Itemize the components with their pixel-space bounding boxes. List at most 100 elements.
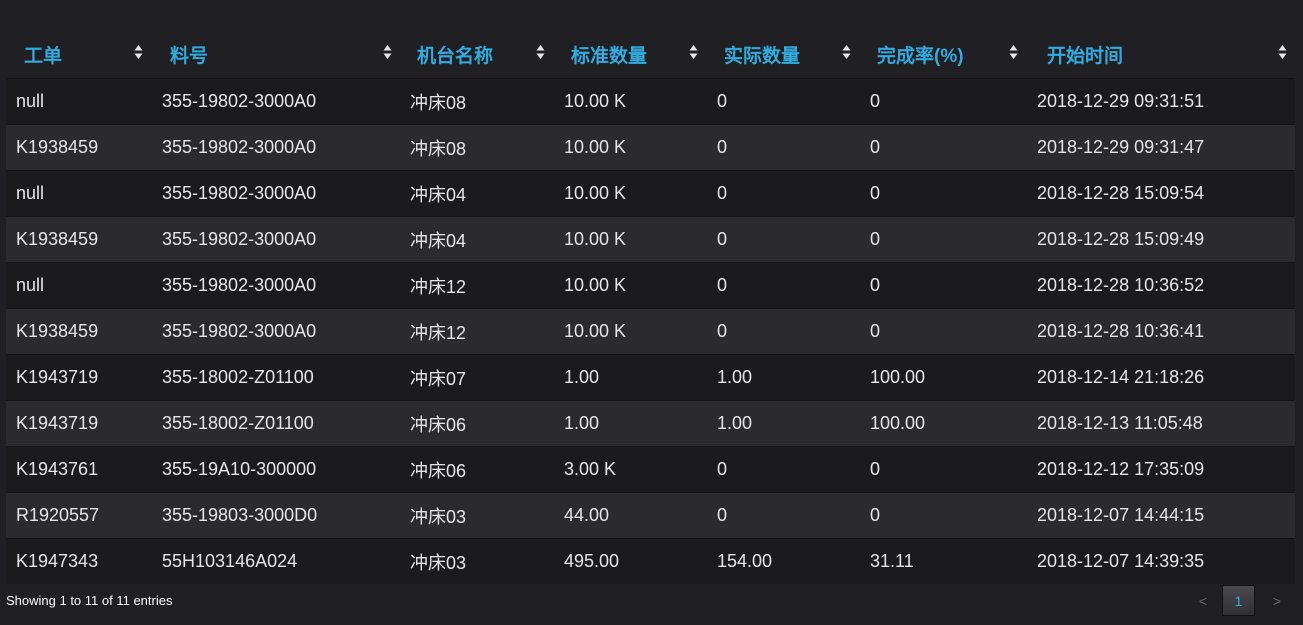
pagination-next-button[interactable]: > [1264, 585, 1290, 618]
table-cell-completion-rate: 0 [859, 308, 1026, 355]
table-row[interactable]: K1943719 355-18002-Z01100 冲床07 1.00 1.00 100.… [6, 354, 1295, 401]
table-cell-machine-name: 冲床07 [400, 354, 553, 401]
column-header-label: 料号 [170, 46, 209, 67]
table-cell-order: K1943719 [6, 354, 151, 401]
table-header-row: 工单 料号 机台名称 标准数量 实际数量 完成率(%) 开始时间 [6, 30, 1295, 79]
table-cell-start-time: 2018-12-12 17:35:09 [1026, 446, 1295, 493]
column-header-label: 工单 [24, 46, 63, 67]
table-cell-order: K1938459 [6, 216, 151, 263]
table-row[interactable]: K1938459 355-19802-3000A0 冲床12 10.00 K 0 0 201… [6, 308, 1295, 355]
sort-icon[interactable] [536, 44, 545, 60]
pagination-page-1-button[interactable]: 1 [1222, 585, 1255, 616]
table-cell-standard-qty: 10.00 K [553, 262, 706, 309]
column-header-label: 完成率(%) [877, 46, 964, 67]
column-header-order[interactable]: 工单 [6, 30, 151, 79]
table-cell-completion-rate: 0 [859, 124, 1026, 171]
table-cell-part-number: 55H103146A024 [151, 538, 400, 584]
data-table-wrapper: 工单 料号 机台名称 标准数量 实际数量 完成率(%) 开始时间 null 355-19802… [6, 30, 1295, 584]
table-cell-machine-name: 冲床06 [400, 446, 553, 493]
sort-icon[interactable] [383, 44, 392, 60]
table-cell-actual-qty: 0 [706, 216, 859, 263]
column-header-completion-rate[interactable]: 完成率(%) [859, 30, 1026, 79]
table-cell-order: R1920557 [6, 492, 151, 539]
table-cell-completion-rate: 100.00 [859, 400, 1026, 447]
table-cell-actual-qty: 0 [706, 308, 859, 355]
table-cell-start-time: 2018-12-28 10:36:41 [1026, 308, 1295, 355]
table-cell-actual-qty: 0 [706, 446, 859, 493]
table-cell-actual-qty: 0 [706, 492, 859, 539]
pagination-previous-button[interactable]: < [1190, 585, 1216, 618]
table-cell-standard-qty: 10.00 K [553, 170, 706, 217]
table-cell-start-time: 2018-12-14 21:18:26 [1026, 354, 1295, 401]
table-cell-order: K1938459 [6, 308, 151, 355]
column-header-label: 机台名称 [417, 46, 494, 67]
sort-icon[interactable] [134, 44, 143, 60]
table-cell-standard-qty: 3.00 K [553, 446, 706, 493]
table-cell-part-number: 355-19802-3000A0 [151, 308, 400, 355]
table-cell-part-number: 355-19802-3000A0 [151, 216, 400, 263]
table-cell-actual-qty: 0 [706, 170, 859, 217]
table-row[interactable]: R1920557 355-19803-3000D0 冲床03 44.00 0 0 2018-… [6, 492, 1295, 539]
table-cell-start-time: 2018-12-07 14:44:15 [1026, 492, 1295, 539]
table-row[interactable]: null 355-19802-3000A0 冲床12 10.00 K 0 0 2018-12… [6, 262, 1295, 309]
table-cell-start-time: 2018-12-28 15:09:54 [1026, 170, 1295, 217]
table-row[interactable]: K1943719 355-18002-Z01100 冲床06 1.00 1.00 100.… [6, 400, 1295, 447]
table-cell-machine-name: 冲床08 [400, 78, 553, 125]
table-row[interactable]: null 355-19802-3000A0 冲床04 10.00 K 0 0 2018-12… [6, 170, 1295, 217]
sort-icon[interactable] [689, 44, 698, 60]
table-cell-completion-rate: 0 [859, 170, 1026, 217]
table-cell-machine-name: 冲床03 [400, 492, 553, 539]
table-cell-actual-qty: 1.00 [706, 400, 859, 447]
table-cell-standard-qty: 10.00 K [553, 308, 706, 355]
table-cell-completion-rate: 100.00 [859, 354, 1026, 401]
table-cell-completion-rate: 31.11 [859, 538, 1026, 584]
table-cell-part-number: 355-19802-3000A0 [151, 78, 400, 125]
table-body: null 355-19802-3000A0 冲床08 10.00 K 0 0 2018-12… [6, 78, 1295, 584]
table-cell-standard-qty: 495.00 [553, 538, 706, 584]
table-row[interactable]: K1943761 355-19A10-300000 冲床06 3.00 K 0 0 2018… [6, 446, 1295, 493]
sort-icon[interactable] [842, 44, 851, 60]
table-cell-order: null [6, 78, 151, 125]
data-table: 工单 料号 机台名称 标准数量 实际数量 完成率(%) 开始时间 null 355-19802… [6, 30, 1295, 584]
table-cell-completion-rate: 0 [859, 216, 1026, 263]
table-cell-order: K1943719 [6, 400, 151, 447]
table-cell-part-number: 355-19803-3000D0 [151, 492, 400, 539]
sort-icon[interactable] [1278, 44, 1287, 60]
table-row[interactable]: K1947343 55H103146A024 冲床03 495.00 154.00 31.… [6, 538, 1295, 584]
column-header-standard-qty[interactable]: 标准数量 [553, 30, 706, 79]
table-cell-order: null [6, 262, 151, 309]
table-cell-completion-rate: 0 [859, 492, 1026, 539]
table-cell-order: K1947343 [6, 538, 151, 584]
table-cell-machine-name: 冲床08 [400, 124, 553, 171]
table-cell-machine-name: 冲床12 [400, 308, 553, 355]
sort-icon[interactable] [1009, 44, 1018, 60]
table-cell-completion-rate: 0 [859, 78, 1026, 125]
column-header-label: 标准数量 [571, 46, 648, 67]
table-cell-actual-qty: 0 [706, 78, 859, 125]
table-cell-completion-rate: 0 [859, 262, 1026, 309]
column-header-start-time[interactable]: 开始时间 [1026, 30, 1295, 79]
table-row[interactable]: K1938459 355-19802-3000A0 冲床08 10.00 K 0 0 201… [6, 124, 1295, 171]
table-cell-part-number: 355-19802-3000A0 [151, 170, 400, 217]
table-cell-part-number: 355-18002-Z01100 [151, 354, 400, 401]
table-row[interactable]: null 355-19802-3000A0 冲床08 10.00 K 0 0 2018-12… [6, 78, 1295, 125]
column-header-actual-qty[interactable]: 实际数量 [706, 30, 859, 79]
table-cell-start-time: 2018-12-28 15:09:49 [1026, 216, 1295, 263]
table-cell-part-number: 355-19802-3000A0 [151, 124, 400, 171]
column-header-machine-name[interactable]: 机台名称 [400, 30, 553, 79]
table-cell-standard-qty: 10.00 K [553, 216, 706, 263]
table-cell-actual-qty: 0 [706, 262, 859, 309]
table-row[interactable]: K1938459 355-19802-3000A0 冲床04 10.00 K 0 0 201… [6, 216, 1295, 263]
table-cell-start-time: 2018-12-28 10:36:52 [1026, 262, 1295, 309]
table-info: Showing 1 to 11 of 11 entries [6, 593, 173, 608]
table-cell-start-time: 2018-12-29 09:31:51 [1026, 78, 1295, 125]
table-cell-standard-qty: 10.00 K [553, 124, 706, 171]
table-cell-part-number: 355-19802-3000A0 [151, 262, 400, 309]
table-cell-start-time: 2018-12-07 14:39:35 [1026, 538, 1295, 584]
table-cell-actual-qty: 1.00 [706, 354, 859, 401]
table-cell-start-time: 2018-12-13 11:05:48 [1026, 400, 1295, 447]
table-cell-standard-qty: 10.00 K [553, 78, 706, 125]
column-header-part-number[interactable]: 料号 [151, 30, 400, 79]
table-cell-start-time: 2018-12-29 09:31:47 [1026, 124, 1295, 171]
table-cell-order: null [6, 170, 151, 217]
